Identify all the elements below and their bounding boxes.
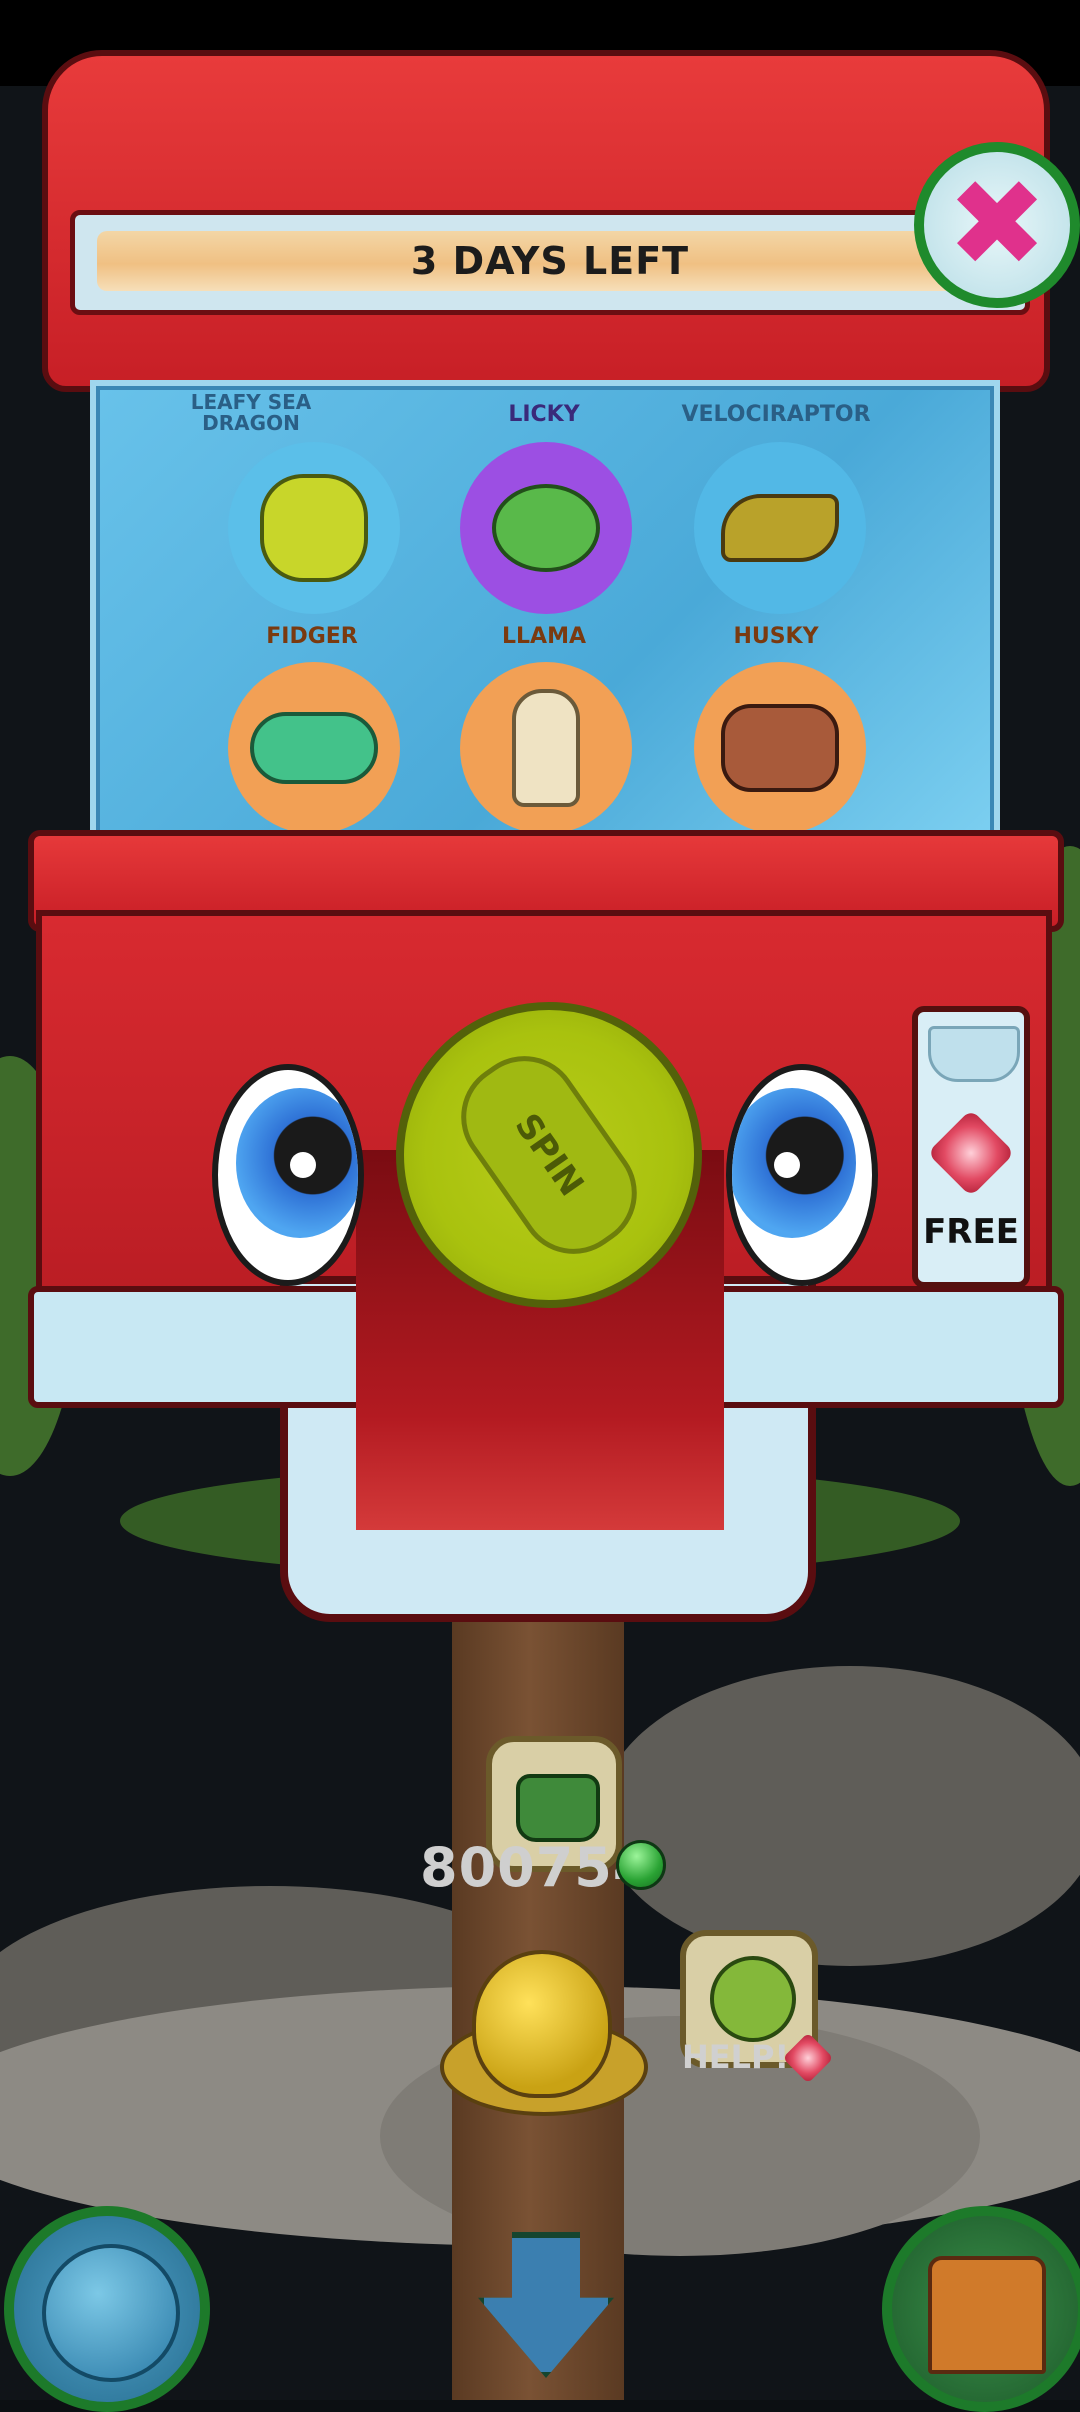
pet-slot-llama[interactable] <box>460 662 632 834</box>
pet-label: FIDGER <box>266 624 358 649</box>
prize-window: LEAFY SEA DRAGON LICKY VELOCIRAPTOR FIDG… <box>90 380 1000 854</box>
pet-label: LICKY <box>508 402 580 427</box>
fidger-icon <box>250 712 378 784</box>
spin-label: SPIN <box>506 1106 592 1204</box>
gum-drop-icon <box>616 1840 666 1890</box>
close-button[interactable]: ✖ <box>914 142 1080 308</box>
free-gem-button[interactable]: FREE <box>912 1006 1030 1288</box>
house-icon <box>928 2256 1046 2374</box>
cloud <box>600 1666 1080 1966</box>
watering-can-icon <box>516 1774 600 1842</box>
coin-slot-icon <box>928 1026 1020 1082</box>
pet-label: VELOCIRAPTOR <box>681 402 871 427</box>
pet-label: LLAMA <box>502 624 586 649</box>
spin-pill: SPIN <box>439 1034 659 1276</box>
licky-icon <box>492 484 600 572</box>
golden-egg-icon[interactable] <box>472 1950 612 2098</box>
pet-slot-velociraptor[interactable] <box>694 442 866 614</box>
pet-slot-leafy-sea-dragon[interactable] <box>228 442 400 614</box>
llama-icon <box>512 689 580 807</box>
pet-slot-licky[interactable] <box>460 442 632 614</box>
husky-icon <box>721 704 839 792</box>
world-map-button[interactable] <box>4 2206 210 2412</box>
right-eye-shine <box>774 1152 800 1178</box>
free-label: FREE <box>923 1212 1019 1252</box>
velociraptor-icon <box>721 494 839 562</box>
days-left-banner: 3 DAYS LEFT <box>70 210 1030 315</box>
right-eye-icon <box>726 1064 878 1286</box>
pet-slot-husky[interactable] <box>694 662 866 834</box>
pet-label: LEAFY SEA DRAGON <box>190 390 312 435</box>
red-gem-icon <box>927 1109 1015 1197</box>
pet-label: HUSKY <box>733 624 819 649</box>
left-eye-icon <box>212 1064 364 1286</box>
days-left-text: 3 DAYS LEFT <box>97 231 1003 291</box>
house-button[interactable] <box>882 2206 1080 2412</box>
pet-slot-fidger[interactable] <box>228 662 400 834</box>
left-eye-shine <box>290 1152 316 1178</box>
globe-icon <box>42 2244 180 2382</box>
spin-button[interactable]: SPIN <box>396 1002 702 1308</box>
sea-dragon-icon <box>260 474 368 582</box>
help-label: HELP! <box>682 2038 790 2076</box>
pet-face-icon <box>710 1956 796 2042</box>
